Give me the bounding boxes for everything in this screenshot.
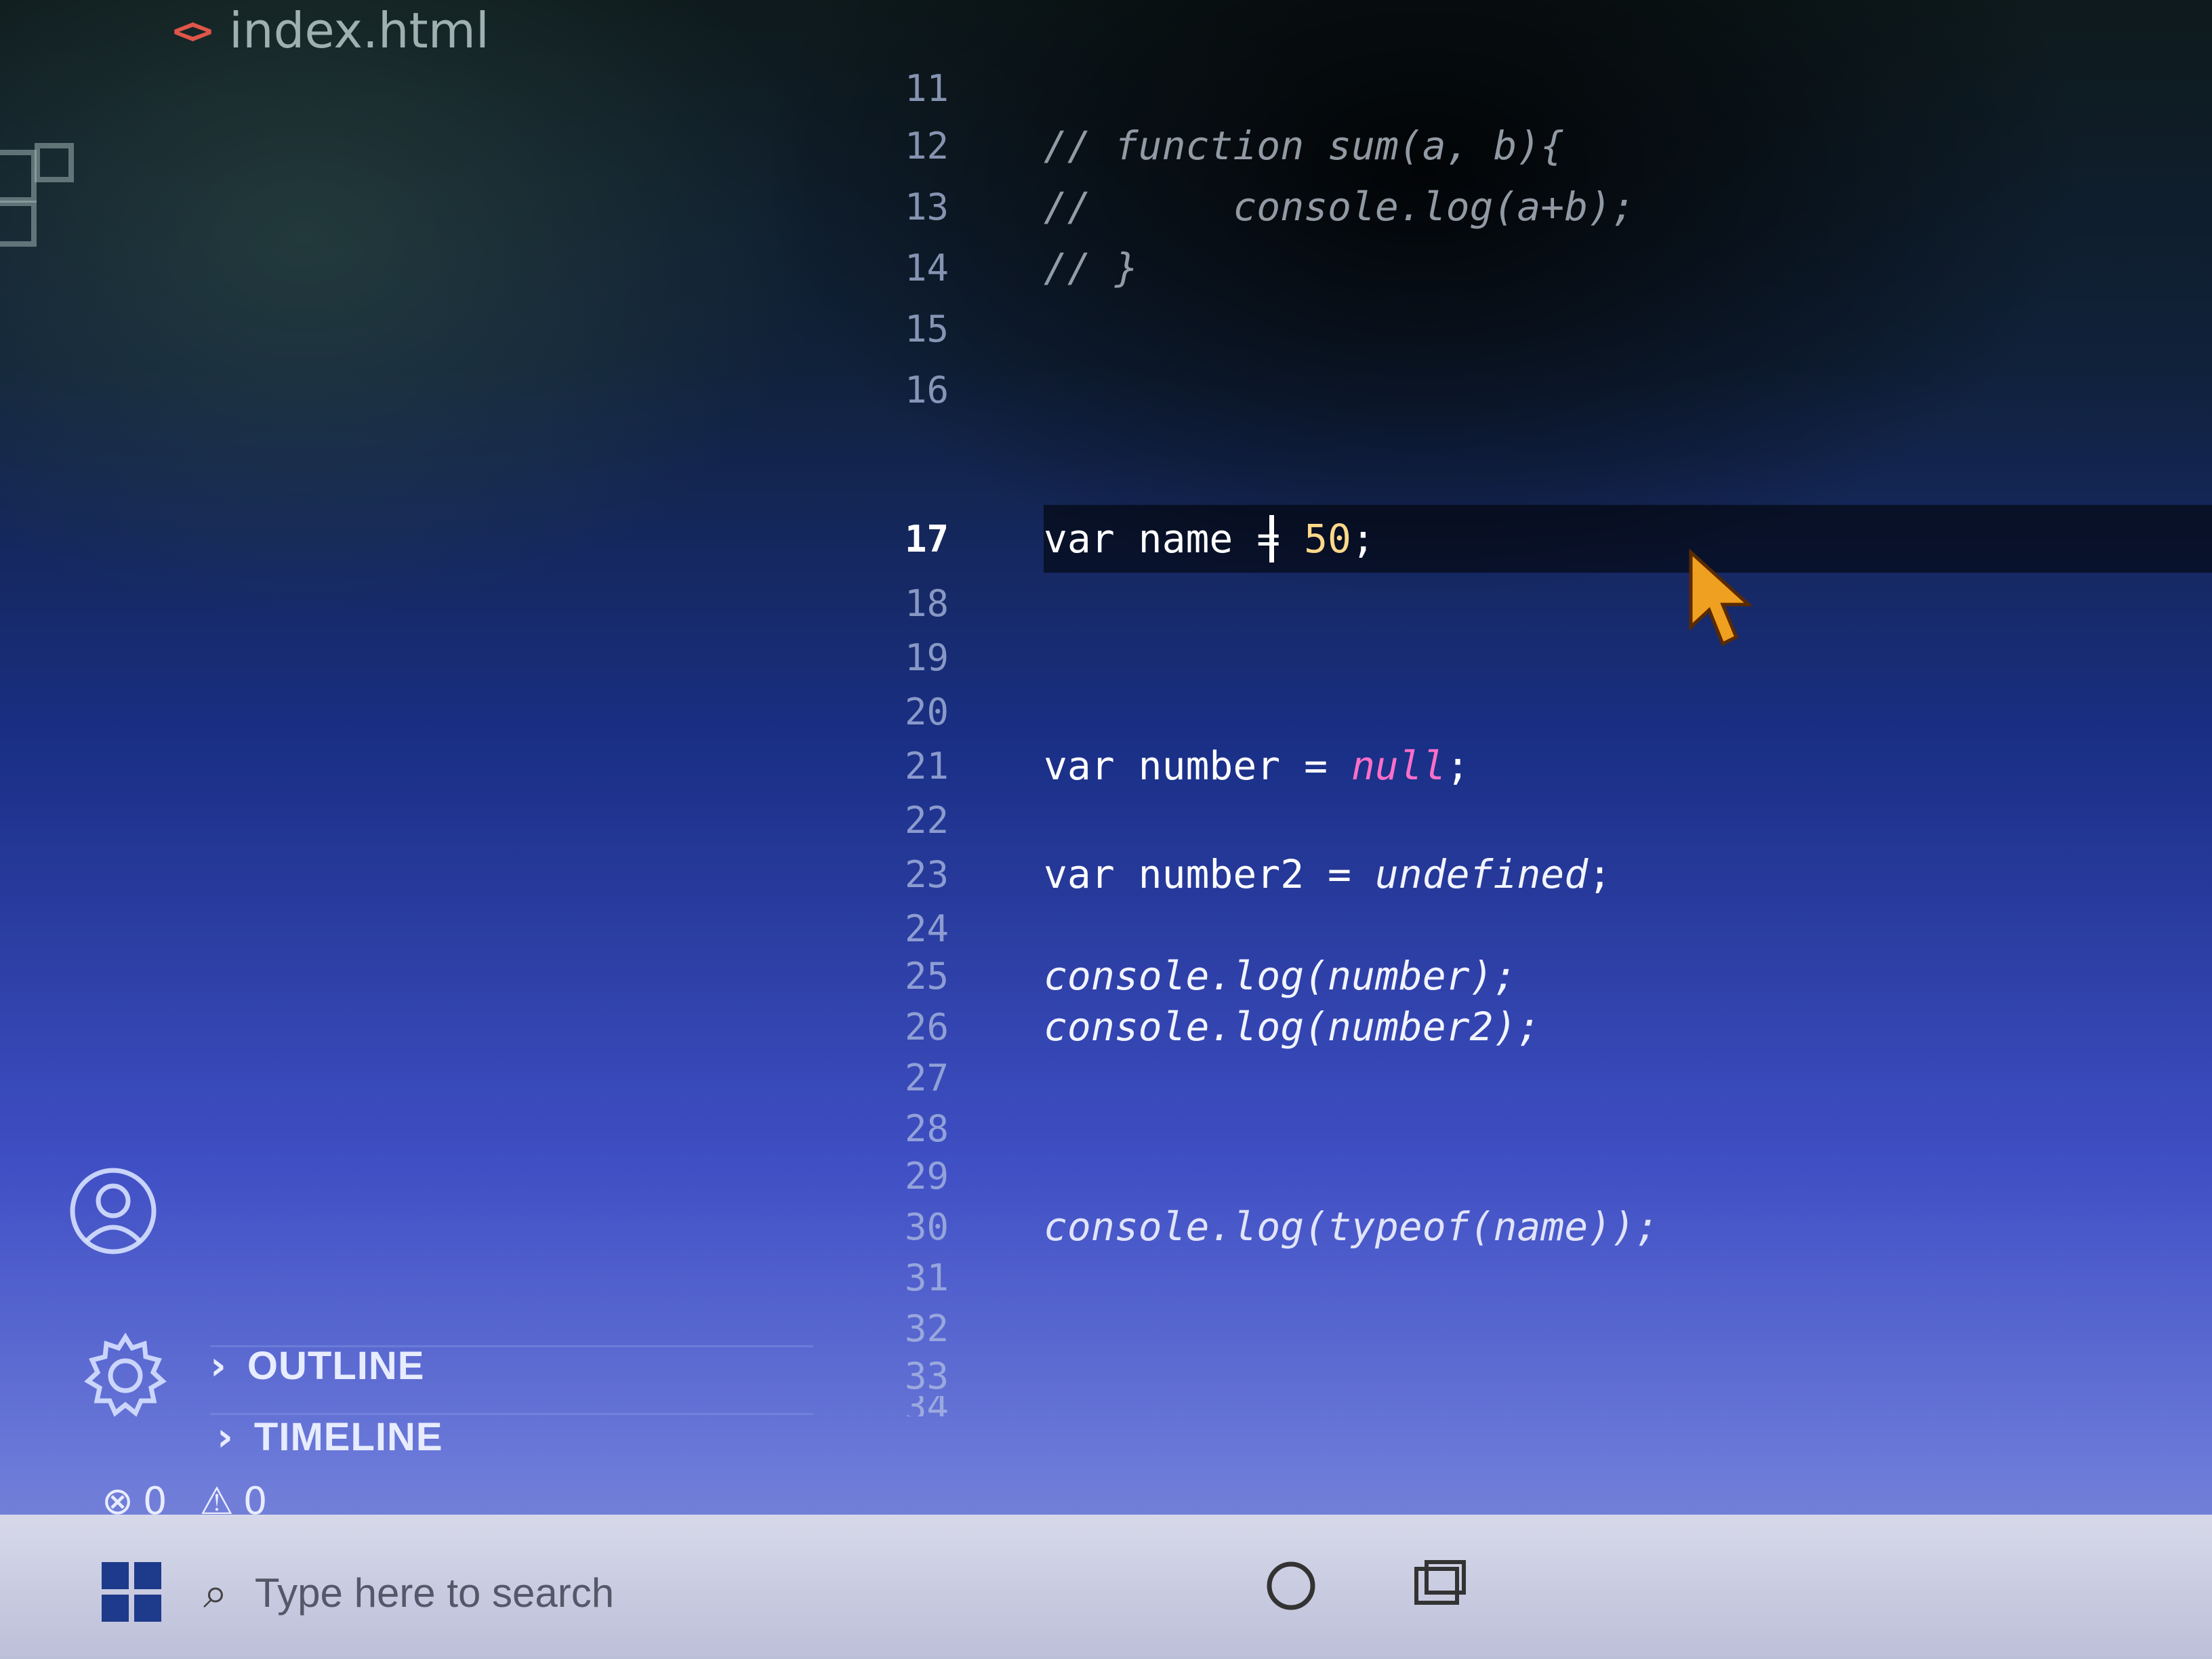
explorer-icon[interactable]: [0, 139, 81, 251]
code-line: 11: [867, 61, 2212, 115]
code-line-active: 17 var name = 50;: [867, 512, 2212, 566]
code-line: 20: [867, 684, 2212, 739]
code-line: 27: [867, 1050, 2212, 1105]
line-number: 28: [904, 1107, 949, 1150]
line-number: 33: [904, 1354, 949, 1397]
vscode-window: <> index.html › OUTLINE › TIMELINE ⊗ 0 ⚠…: [0, 0, 2212, 1659]
line-number: 11: [904, 66, 949, 110]
line-code: var name = 50;: [1044, 516, 1375, 562]
search-icon: ⌕: [203, 1568, 228, 1617]
line-number: 17: [904, 517, 949, 560]
code-line: 23 var number2 = undefined;: [867, 847, 2212, 901]
tab-file-name: index.html: [229, 2, 489, 59]
line-number: 21: [904, 744, 949, 787]
code-line: 28: [867, 1101, 2212, 1155]
account-icon[interactable]: [68, 1166, 159, 1261]
code-line: 15: [867, 302, 2212, 356]
line-code: console.log(number2);: [1044, 1004, 1541, 1050]
code-line: 18: [867, 576, 2212, 630]
search-placeholder: Type here to search: [254, 1570, 615, 1616]
line-number: 30: [904, 1205, 949, 1248]
code-line: 13 // console.log(a+b);: [867, 180, 2212, 234]
code-line: 31: [867, 1250, 2212, 1305]
code-line: 29: [867, 1149, 2212, 1203]
text-cursor: [1269, 515, 1274, 562]
line-number: 32: [904, 1307, 949, 1350]
code-editor[interactable]: 11 12 // function sum(a, b){ 13 // conso…: [867, 61, 2212, 1416]
start-button[interactable]: [102, 1562, 163, 1623]
code-line: 26 console.log(number2);: [867, 1000, 2212, 1054]
line-number: 34: [867, 1396, 949, 1416]
editor-tab[interactable]: <> index.html: [173, 0, 489, 61]
line-code: // function sum(a, b){: [1044, 123, 1565, 169]
html-file-icon: <>: [173, 9, 213, 52]
windows-logo-icon: [102, 1562, 161, 1622]
mouse-pointer-icon: [1687, 548, 1762, 654]
code-line: 14 // }: [867, 241, 2212, 295]
timeline-label: TIMELINE: [253, 1414, 443, 1459]
line-number: 31: [904, 1256, 949, 1299]
line-number: 12: [904, 124, 949, 167]
code-line: 12 // function sum(a, b){: [867, 119, 2212, 173]
line-number: 13: [904, 185, 949, 228]
code-line: 16: [867, 363, 2212, 417]
chevron-right-icon: ›: [217, 1414, 234, 1460]
line-code: // }: [1044, 245, 1139, 291]
code-line: 30 console.log(typeof(name));: [867, 1200, 2212, 1254]
line-number: 14: [904, 246, 949, 289]
windows-taskbar: ⌕ Type here to search: [0, 1515, 2212, 1659]
line-code: console.log(number);: [1044, 953, 1517, 999]
code-line: 25 console.log(number);: [867, 949, 2212, 1003]
line-number: 18: [904, 581, 949, 625]
line-number: 22: [904, 798, 949, 842]
code-line: 33: [867, 1349, 2212, 1403]
timeline-section-header[interactable]: › TIMELINE: [217, 1406, 443, 1467]
code-line: 21 var number = null;: [867, 739, 2212, 793]
line-number: 15: [904, 307, 949, 350]
line-code: var number2 = undefined;: [1044, 851, 1612, 897]
line-code: var number = null;: [1044, 743, 1470, 789]
code-line: 22: [867, 793, 2212, 847]
chevron-right-icon: ›: [210, 1343, 227, 1389]
gear-icon[interactable]: [81, 1332, 169, 1423]
line-number: 25: [904, 954, 949, 998]
taskbar-search-box[interactable]: ⌕ Type here to search: [203, 1542, 1017, 1643]
code-line: 34: [867, 1396, 2212, 1416]
line-number: 16: [904, 368, 949, 411]
task-view-icon[interactable]: [1410, 1555, 1471, 1620]
line-number: 27: [904, 1056, 949, 1099]
code-line: 24: [867, 901, 2212, 956]
line-number: 26: [904, 1005, 949, 1048]
line-code: console.log(typeof(name));: [1044, 1204, 1659, 1250]
line-number: 20: [904, 690, 949, 733]
line-number: 23: [904, 853, 949, 896]
code-line: 32: [867, 1301, 2212, 1355]
line-code: // console.log(a+b);: [1044, 184, 1635, 230]
line-number: 19: [904, 636, 949, 679]
cortana-icon[interactable]: [1261, 1555, 1322, 1620]
code-line: 19: [867, 630, 2212, 684]
outline-section-header[interactable]: › OUTLINE: [210, 1335, 424, 1396]
outline-label: OUTLINE: [247, 1343, 425, 1388]
line-number: 24: [904, 907, 949, 950]
line-number: 29: [904, 1154, 949, 1197]
